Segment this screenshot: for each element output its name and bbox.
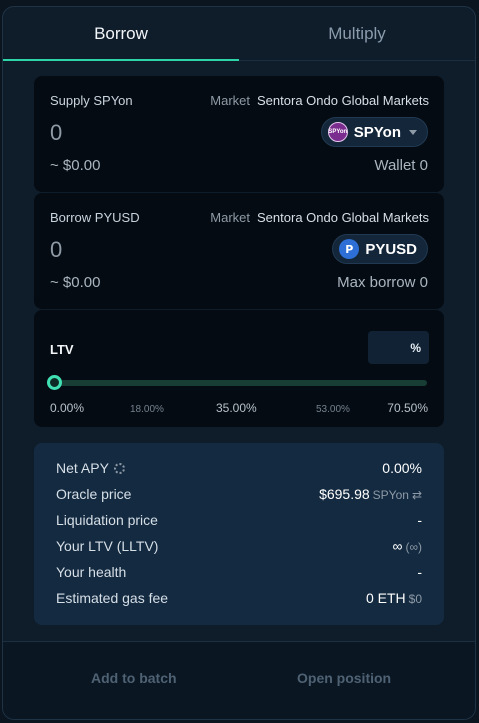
action-footer: Add to batch Open position [3, 641, 475, 719]
borrow-market: Market Sentora Ondo Global Markets [210, 210, 429, 225]
ltv-slider-handle[interactable] [46, 375, 62, 390]
tab-bar: Borrow Multiply [3, 7, 475, 61]
gas-fee-row: Estimated gas fee 0 ETH $0 [56, 590, 422, 610]
ltv-label: LTV [50, 342, 74, 357]
supply-label: Supply SPYon [50, 93, 133, 108]
gas-fee-usd: $0 [408, 592, 422, 606]
ltv-percent-input[interactable]: % [368, 331, 429, 364]
ltv-tick-0: 0.00% [50, 401, 85, 415]
borrow-card: Borrow PYUSD Market Sentora Ondo Global M… [34, 193, 444, 309]
borrow-token-badge: P PYUSD [332, 234, 428, 264]
ltv-tick-35: 35.00% [216, 401, 257, 415]
your-ltv-row: Your LTV (LLTV) ∞ (∞) [56, 538, 422, 558]
borrow-label: Borrow PYUSD [50, 210, 140, 225]
supply-amount-input[interactable]: 0 [50, 120, 62, 146]
position-summary: Net APY 0.00% Oracle price $695.98 SPYon ⇄… [34, 443, 444, 625]
your-ltv-value: ∞ [392, 538, 403, 554]
supply-usd-value: ~ $0.00 [50, 157, 101, 174]
pyusd-token-icon: P [339, 239, 360, 259]
net-apy-row: Net APY 0.00% [56, 460, 422, 480]
borrow-market-label: Market [210, 210, 251, 225]
ltv-tick-18: 18.00% [130, 404, 164, 415]
tab-multiply[interactable]: Multiply [239, 7, 475, 61]
liquidation-price-value: - [417, 512, 422, 528]
your-health-label: Your health [56, 564, 127, 580]
borrow-usd-value: ~ $0.00 [50, 274, 101, 291]
supply-market: Market Sentora Ondo Global Markets [210, 93, 429, 108]
supply-token-selector[interactable]: SPYon SPYon [320, 117, 428, 147]
borrow-token-name: PYUSD [365, 240, 417, 258]
your-lltv-value: (∞) [405, 540, 422, 554]
your-ltv-label: Your LTV (LLTV) [56, 538, 159, 554]
supply-card: Supply SPYon Market Sentora Ondo Global M… [34, 76, 444, 192]
liquidation-price-label: Liquidation price [56, 512, 158, 528]
ltv-tick-53: 53.00% [316, 404, 350, 415]
oracle-price-unit: SPYon [372, 488, 409, 502]
your-health-row: Your health - [56, 564, 422, 584]
open-position-button[interactable]: Open position [297, 670, 391, 686]
oracle-price-label: Oracle price [56, 486, 132, 502]
chevron-down-icon [409, 129, 417, 135]
ltv-tick-max: 70.50% [387, 401, 428, 415]
supply-market-value[interactable]: Sentora Ondo Global Markets [257, 93, 429, 108]
add-to-batch-button[interactable]: Add to batch [91, 670, 177, 686]
oracle-price-row: Oracle price $695.98 SPYon ⇄ [56, 486, 422, 506]
ltv-card: LTV % 0.00% 18.00% 35.00% 53.00% 70.50% [34, 310, 444, 427]
borrow-amount-input[interactable]: 0 [50, 237, 62, 263]
supply-market-label: Market [210, 93, 251, 108]
max-borrow[interactable]: Max borrow 0 [337, 274, 428, 291]
your-health-value: - [417, 564, 422, 580]
ltv-percent-unit: % [410, 340, 421, 355]
gear-icon[interactable] [113, 463, 125, 474]
gas-fee-value: 0 ETH [365, 590, 406, 606]
spyon-token-icon: SPYon [327, 122, 348, 142]
net-apy-value: 0.00% [382, 460, 422, 476]
oracle-price-value: $695.98 [319, 486, 370, 502]
liquidation-price-row: Liquidation price - [56, 512, 422, 532]
gas-fee-label: Estimated gas fee [56, 590, 169, 606]
net-apy-label: Net APY [56, 460, 109, 476]
tab-borrow[interactable]: Borrow [3, 7, 239, 61]
wallet-balance[interactable]: Wallet 0 [374, 157, 428, 174]
ltv-slider-track[interactable] [54, 380, 427, 386]
supply-token-name: SPYon [353, 123, 401, 141]
swap-icon[interactable]: ⇄ [412, 488, 422, 502]
active-tab-indicator [3, 59, 239, 61]
borrow-panel: Borrow Multiply Supply SPYon Market Sento… [2, 6, 476, 720]
borrow-market-value[interactable]: Sentora Ondo Global Markets [257, 210, 429, 225]
